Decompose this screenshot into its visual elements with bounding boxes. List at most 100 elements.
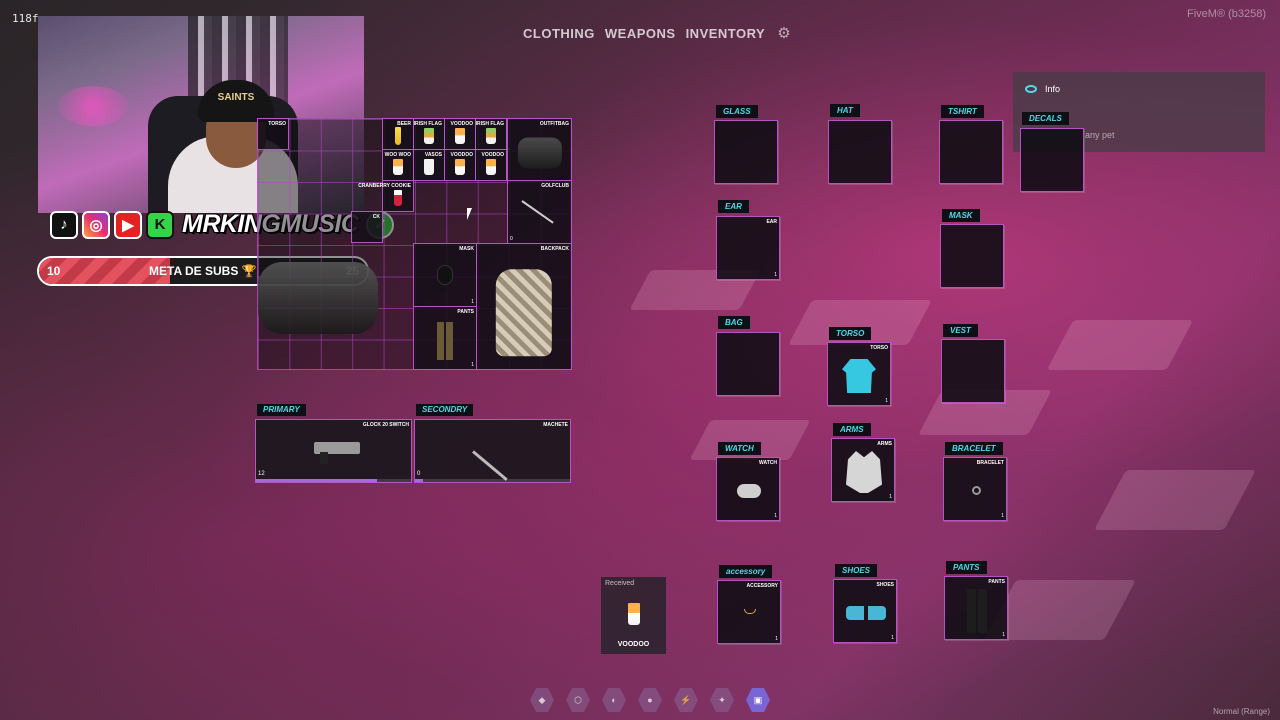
slot-tag-mask: MASK [942, 209, 980, 222]
fivem-build-label: FiveM® (b3258) [1186, 8, 1266, 20]
inventory-slot-voodoo-3[interactable]: VOODOO [475, 149, 507, 181]
inventory-slot-woo-woo[interactable]: WOO WOO [382, 149, 414, 181]
gear-icon[interactable]: ⚙ [777, 24, 790, 42]
slot-tag-glass: GLASS [716, 105, 758, 118]
inventory-slot-irish-flag-2[interactable]: IRISH FLAG [475, 118, 507, 150]
necklace-icon [744, 609, 756, 614]
item-label: GOLFCLUB [541, 183, 569, 189]
item-label: VOODOO [450, 121, 473, 127]
item-label: CK [372, 214, 380, 220]
shoes-icon [846, 606, 886, 620]
slot-tag-vest: VEST [943, 324, 978, 337]
item-count: 1 [471, 362, 474, 368]
info-header: Info [1025, 84, 1060, 94]
tab-weapons[interactable]: WEAPONS [605, 26, 676, 41]
inventory-slot-voodoo[interactable]: VOODOO [444, 118, 476, 150]
clothing-slot-mask[interactable] [940, 224, 1004, 288]
clothing-slot-bag[interactable] [716, 332, 780, 396]
pistol-icon [314, 442, 360, 464]
inventory-slot-backpack[interactable]: BACKPACK [476, 243, 572, 370]
slot-tag-arms: ARMS [833, 423, 871, 436]
hotbar-slot-icon[interactable]: ◐ [602, 688, 626, 712]
mask-icon [437, 265, 453, 285]
clothing-slot-decals[interactable] [1020, 128, 1084, 192]
inventory-slot-torso[interactable]: TORSO [257, 118, 289, 150]
golfclub-icon [521, 199, 554, 224]
item-label: IRISH FLAG [413, 121, 442, 127]
voodoo-icon [455, 127, 465, 144]
item-label: VOODOO [481, 152, 504, 158]
secondary-weapon-slot[interactable]: MACHETE 0 [414, 419, 571, 483]
clothing-slot-pants[interactable]: PANTS 1 [944, 576, 1008, 640]
sub-goal-label: META DE SUBS 🏆 [149, 264, 257, 278]
secondary-weapon-tag: SECONDRY [416, 404, 474, 416]
inventory-slot-ck[interactable]: CK [351, 211, 383, 243]
slot-item-qty: 1 [1002, 632, 1005, 638]
hotbar-slot-icon[interactable]: ✦ [710, 688, 734, 712]
slot-item-name: BRACELET [976, 460, 1004, 466]
tab-inventory[interactable]: INVENTORY [686, 26, 766, 41]
info-icon [1025, 85, 1037, 93]
clothing-slot-vest[interactable] [941, 339, 1005, 403]
pants-icon [437, 322, 453, 361]
bottom-hotbar: ◆ ⬡ ◐ ● ⚡ ✦ ▣ [530, 688, 770, 712]
clothing-slot-torso[interactable]: TORSO 1 [827, 342, 891, 406]
mode-label: Normal (Range) [1213, 707, 1270, 716]
instagram-icon: ◎ [82, 210, 110, 239]
hotbar-slot-icon[interactable]: ⬡ [566, 688, 590, 712]
item-count: 1 [471, 299, 474, 305]
inventory-slot-irish-flag[interactable]: IRISH FLAG [413, 118, 445, 150]
info-title: Info [1045, 84, 1061, 94]
youtube-icon: ▶ [114, 210, 142, 239]
primary-weapon-slot[interactable]: GLOCK 20 SWITCH 12 [255, 419, 412, 483]
top-tabs: CLOTHING WEAPONS INVENTORY ⚙ [523, 24, 791, 42]
clothing-slot-accessory[interactable]: ACCESSORY 1 [717, 580, 781, 644]
bracelet-icon [972, 486, 981, 495]
inventory-slot-voodoo-2[interactable]: VOODOO [444, 149, 476, 181]
received-notification: Received VOODOO [601, 577, 666, 654]
slot-tag-shoes: SHOES [835, 564, 878, 577]
clothing-slot-shoes[interactable]: SHOES 1 [833, 579, 897, 643]
floor-tile [1046, 320, 1194, 370]
item-count: 0 [510, 236, 513, 242]
hotbar-slot-icon[interactable]: ● [638, 688, 662, 712]
clothing-slot-arms[interactable]: ARMS 1 [831, 438, 895, 502]
watch-icon [737, 484, 761, 498]
slot-item-name: ACCESSORY [746, 583, 779, 589]
inventory-slot-golfclub[interactable]: GOLFCLUB 0 [507, 180, 572, 244]
inventory-slot-outfitbag[interactable]: OUTFITBAG [507, 118, 572, 182]
slot-tag-bag: BAG [718, 316, 750, 329]
info-body: any pet [1085, 130, 1115, 140]
voodoo-icon [627, 602, 640, 625]
inventory-slot-cranberry-cookie[interactable]: CRANBERRY COOKIE [358, 180, 414, 212]
hotbar-slot-icon[interactable]: ⚡ [674, 688, 698, 712]
slot-tag-ear: EAR [718, 200, 749, 213]
clothing-slot-ear[interactable]: EAR 1 [716, 216, 780, 280]
inventory-slot-vasos[interactable]: VASOS [413, 149, 445, 181]
weapon-durability-fill [256, 479, 377, 482]
hotbar-slot-icon[interactable]: ▣ [746, 688, 770, 712]
weapon-ammo-count: 12 [258, 471, 265, 477]
clothing-slot-watch[interactable]: WATCH 1 [716, 457, 780, 521]
item-label: VOODOO [450, 152, 473, 158]
slot-tag-hat: HAT [830, 104, 860, 117]
voodoo-icon [486, 158, 496, 175]
received-item-name: VOODOO [617, 641, 650, 648]
item-label: OUTFITBAG [539, 121, 569, 127]
slot-item-name: SHOES [876, 582, 894, 588]
machete-icon [472, 450, 508, 481]
inventory-slot-mask[interactable]: MASK 1 [413, 243, 477, 307]
inventory-slot-pants[interactable]: PANTS 1 [413, 306, 477, 370]
clothing-slot-tshirt[interactable] [939, 120, 1003, 184]
slot-tag-tshirt: TSHIRT [941, 105, 984, 118]
gloves-icon [846, 451, 882, 493]
weapon-durability-bar [415, 479, 570, 482]
clothing-slot-hat[interactable] [828, 120, 892, 184]
weapon-name: MACHETE [543, 422, 568, 428]
tab-clothing[interactable]: CLOTHING [523, 26, 595, 41]
clothing-slot-glass[interactable] [714, 120, 778, 184]
slot-item-qty: 1 [891, 635, 894, 641]
clothing-slot-bracelet[interactable]: BRACELET 1 [943, 457, 1007, 521]
hotbar-slot-icon[interactable]: ◆ [530, 688, 554, 712]
inventory-slot-beer[interactable]: BEER [382, 118, 414, 150]
